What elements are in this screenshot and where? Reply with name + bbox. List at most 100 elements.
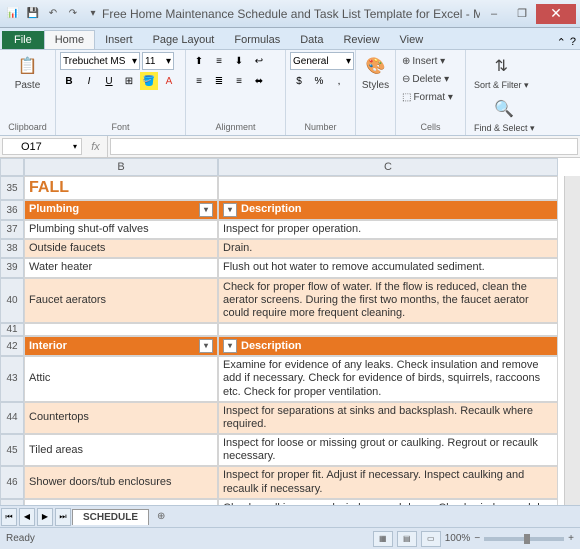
new-sheet-button[interactable]: ⊕ — [149, 509, 173, 524]
bold-button[interactable]: B — [60, 72, 78, 90]
tab-view[interactable]: View — [390, 31, 434, 49]
tab-nav-next-icon[interactable]: ▶ — [37, 508, 53, 526]
align-left-icon[interactable]: ≡ — [190, 72, 208, 90]
align-bottom-icon[interactable]: ⬇ — [230, 52, 248, 70]
align-center-icon[interactable]: ≣ — [210, 72, 228, 90]
tab-review[interactable]: Review — [333, 31, 389, 49]
cell[interactable]: Shower doors/tub enclosures — [24, 466, 218, 498]
formula-input[interactable] — [110, 138, 578, 155]
view-pagebreak-icon[interactable]: ▭ — [421, 531, 441, 547]
row-header[interactable]: 43 — [0, 356, 24, 402]
cell[interactable]: Inspect for proper operation. — [218, 220, 558, 239]
number-format-select[interactable]: General▾ — [290, 52, 354, 70]
row-header[interactable]: 42 — [0, 336, 24, 356]
align-middle-icon[interactable]: ≡ — [210, 52, 228, 70]
cell[interactable]: FALL — [24, 176, 218, 200]
col-header-c[interactable]: C — [218, 158, 558, 176]
help-icon[interactable]: ? — [570, 36, 576, 49]
cell[interactable]: Inspect for proper fit. Adjust if necess… — [218, 466, 558, 498]
fill-color-button[interactable]: 🪣 — [140, 72, 158, 90]
cell[interactable]: ▾Description — [218, 200, 558, 220]
tab-data[interactable]: Data — [290, 31, 333, 49]
row-header[interactable]: 39 — [0, 258, 24, 277]
wrap-text-button[interactable]: ↩ — [250, 52, 268, 70]
tab-nav-last-icon[interactable]: ⏭ — [55, 508, 71, 526]
view-layout-icon[interactable]: ▤ — [397, 531, 417, 547]
cell[interactable]: ▾Description — [218, 336, 558, 356]
cell[interactable]: Examine for evidence of any leaks. Check… — [218, 356, 558, 402]
maximize-button[interactable]: ❐ — [508, 4, 536, 24]
sort-filter-button[interactable]: ⇅ Sort & Filter ▾ — [470, 52, 533, 93]
fx-icon[interactable]: fx — [84, 136, 108, 157]
align-right-icon[interactable]: ≡ — [230, 72, 248, 90]
currency-button[interactable]: $ — [290, 72, 308, 90]
row-header[interactable]: 37 — [0, 220, 24, 239]
border-button[interactable]: ⊞ — [120, 72, 138, 90]
name-box[interactable]: O17▾ — [2, 138, 82, 155]
align-top-icon[interactable]: ⬆ — [190, 52, 208, 70]
row-header[interactable]: 47 — [0, 499, 24, 505]
percent-button[interactable]: % — [310, 72, 328, 90]
paste-button[interactable]: 📋 Paste — [4, 52, 51, 93]
tab-nav-first-icon[interactable]: ⏮ — [1, 508, 17, 526]
row-header[interactable]: 44 — [0, 402, 24, 434]
filter-dropdown-icon[interactable]: ▾ — [223, 203, 237, 217]
cell[interactable]: Flush out hot water to remove accumulate… — [218, 258, 558, 277]
redo-icon[interactable]: ↷ — [64, 5, 82, 23]
zoom-level[interactable]: 100% — [445, 533, 471, 544]
sheet-tab-schedule[interactable]: SCHEDULE — [72, 509, 149, 525]
undo-icon[interactable]: ↶ — [44, 5, 62, 23]
cell[interactable]: Countertops — [24, 402, 218, 434]
insert-cells-button[interactable]: ⊕ Insert ▾ — [400, 52, 461, 70]
tab-page-layout[interactable]: Page Layout — [143, 31, 225, 49]
cell[interactable]: Attic — [24, 356, 218, 402]
qat-dropdown-icon[interactable]: ▾ — [84, 5, 102, 23]
cell[interactable]: Outside faucets — [24, 239, 218, 258]
font-size-select[interactable]: 11▾ — [142, 52, 174, 70]
select-all-corner[interactable] — [0, 158, 24, 176]
find-select-button[interactable]: 🔍 Find & Select ▾ — [470, 95, 539, 136]
cell[interactable]: Check for proper flow of water. If the f… — [218, 278, 558, 324]
file-tab[interactable]: File — [2, 31, 44, 49]
italic-button[interactable]: I — [80, 72, 98, 90]
filter-dropdown-icon[interactable]: ▾ — [199, 339, 213, 353]
cell[interactable]: Inspect for loose or missing grout or ca… — [218, 434, 558, 466]
worksheet[interactable]: B C 35FALL36Plumbing▾▾Description37Plumb… — [0, 158, 580, 505]
close-button[interactable]: ✕ — [536, 4, 576, 24]
format-cells-button[interactable]: ⬚ Format ▾ — [400, 88, 461, 106]
cell[interactable]: Tiled areas — [24, 434, 218, 466]
cell[interactable]: Weather stripping — [24, 499, 218, 505]
row-header[interactable]: 36 — [0, 200, 24, 220]
cell[interactable] — [218, 323, 558, 336]
font-color-button[interactable]: A — [160, 72, 178, 90]
row-header[interactable]: 41 — [0, 323, 24, 336]
row-header[interactable]: 46 — [0, 466, 24, 498]
cell[interactable]: Plumbing shut-off valves — [24, 220, 218, 239]
cell[interactable] — [218, 176, 558, 200]
row-header[interactable]: 35 — [0, 176, 24, 200]
save-icon[interactable]: 💾 — [24, 5, 42, 23]
cell[interactable]: Inspect for separations at sinks and bac… — [218, 402, 558, 434]
cell[interactable]: Water heater — [24, 258, 218, 277]
excel-icon[interactable]: 📊 — [4, 5, 22, 23]
tab-home[interactable]: Home — [44, 30, 95, 49]
cell[interactable]: Faucet aerators — [24, 278, 218, 324]
row-header[interactable]: 45 — [0, 434, 24, 466]
cell[interactable]: Interior▾ — [24, 336, 218, 356]
styles-button[interactable]: 🎨 Styles — [360, 52, 391, 93]
font-name-select[interactable]: Trebuchet MS▾ — [60, 52, 140, 70]
zoom-in-button[interactable]: + — [568, 533, 574, 544]
vertical-scrollbar[interactable] — [564, 176, 580, 505]
row-header[interactable]: 38 — [0, 239, 24, 258]
cell[interactable]: Drain. — [218, 239, 558, 258]
col-header-b[interactable]: B — [24, 158, 218, 176]
comma-button[interactable]: , — [330, 72, 348, 90]
row-header[interactable]: 40 — [0, 278, 24, 324]
cell[interactable]: Check caulking around windows and doors.… — [218, 499, 558, 505]
underline-button[interactable]: U — [100, 72, 118, 90]
merge-button[interactable]: ⬌ — [250, 72, 268, 90]
zoom-out-button[interactable]: − — [474, 533, 480, 544]
view-normal-icon[interactable]: ▦ — [373, 531, 393, 547]
tab-nav-prev-icon[interactable]: ◀ — [19, 508, 35, 526]
ribbon-minimize-icon[interactable]: ⌃ — [557, 36, 566, 49]
